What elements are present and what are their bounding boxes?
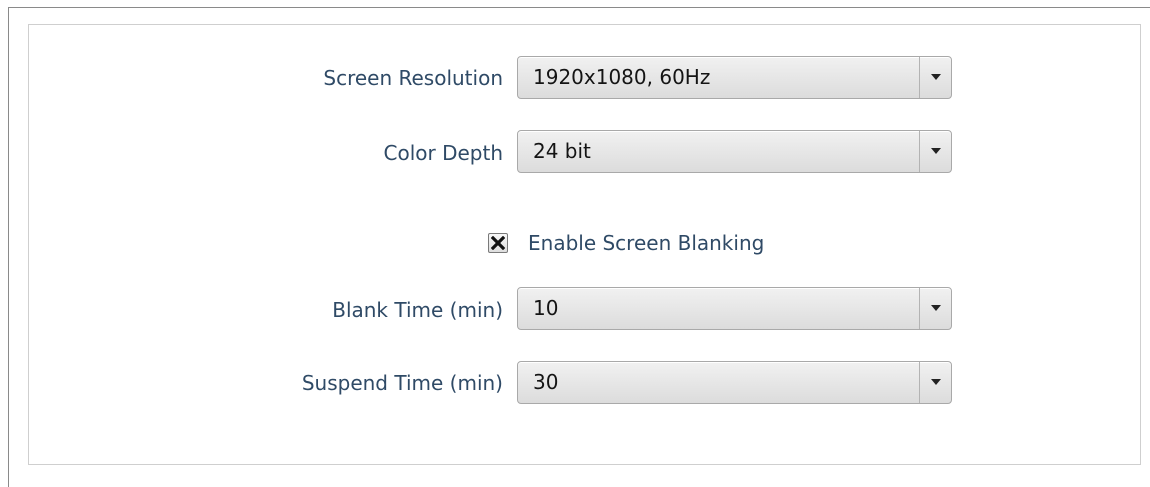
suspend-time-label: Suspend Time (min) bbox=[301, 371, 503, 395]
suspend-time-select[interactable]: 30 bbox=[517, 361, 952, 404]
color-depth-value: 24 bit bbox=[533, 139, 591, 163]
x-mark-icon bbox=[491, 236, 505, 250]
color-depth-dropdown-button[interactable] bbox=[919, 131, 951, 172]
chevron-down-icon bbox=[931, 379, 941, 385]
chevron-down-icon bbox=[931, 148, 941, 154]
suspend-time-dropdown-button[interactable] bbox=[919, 362, 951, 403]
screen-blanking-option[interactable]: Enable Screen Blanking bbox=[488, 231, 764, 255]
blank-time-select[interactable]: 10 bbox=[517, 287, 952, 330]
chevron-down-icon bbox=[931, 74, 941, 80]
screen-resolution-value: 1920x1080, 60Hz bbox=[533, 65, 711, 89]
blank-time-value: 10 bbox=[533, 296, 559, 320]
screen-blanking-label[interactable]: Enable Screen Blanking bbox=[528, 231, 764, 255]
screen-resolution-dropdown-button[interactable] bbox=[919, 57, 951, 98]
screen-resolution-label: Screen Resolution bbox=[323, 66, 503, 90]
color-depth-label: Color Depth bbox=[383, 141, 504, 165]
screen-resolution-select[interactable]: 1920x1080, 60Hz bbox=[517, 56, 952, 99]
color-depth-select[interactable]: 24 bit bbox=[517, 130, 952, 173]
screen-blanking-checkbox[interactable] bbox=[488, 233, 508, 253]
suspend-time-value: 30 bbox=[533, 370, 559, 394]
blank-time-label: Blank Time (min) bbox=[332, 298, 503, 322]
chevron-down-icon bbox=[931, 305, 941, 311]
blank-time-dropdown-button[interactable] bbox=[919, 288, 951, 329]
